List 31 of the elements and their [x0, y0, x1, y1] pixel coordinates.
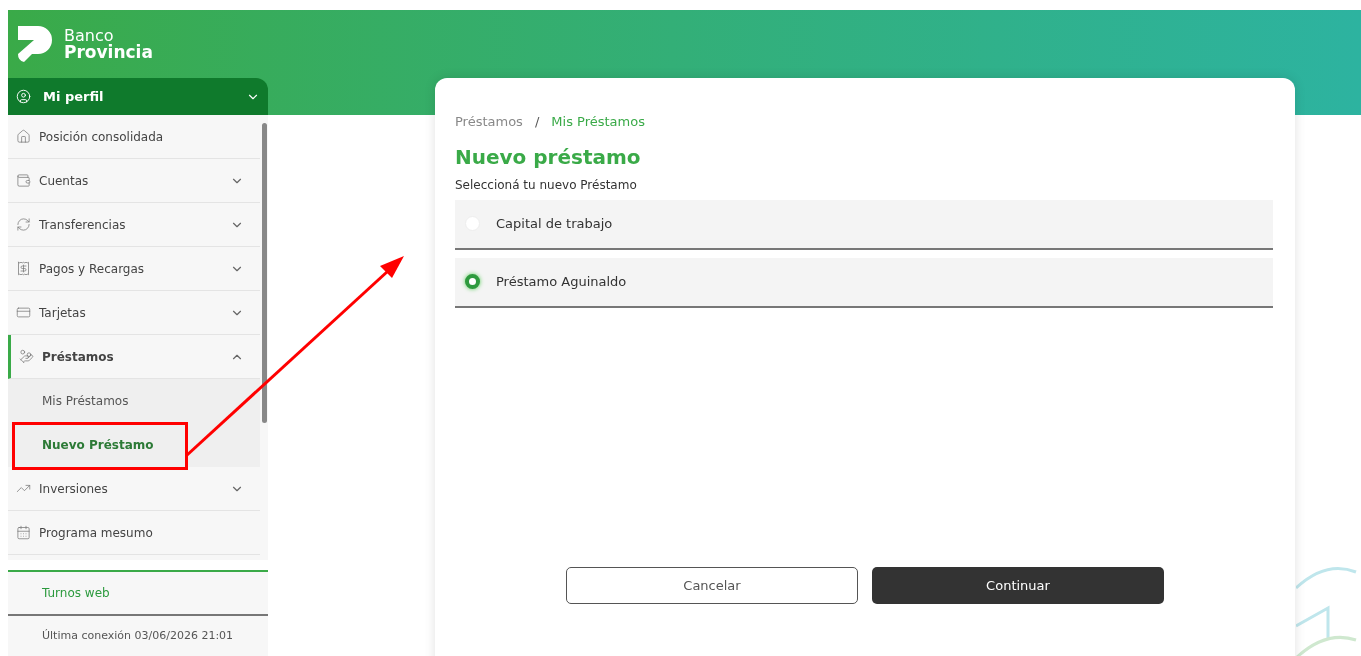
last-login-text: Última conexión 03/06/2026 21:01	[41, 627, 235, 644]
loan-option[interactable]: Capital de trabajo	[455, 199, 1273, 250]
sidebar-item[interactable]: Cuentas	[8, 159, 260, 203]
radio-button[interactable]	[465, 274, 480, 289]
subtitle-text: Seleccioná tu nuevo Préstamo	[455, 176, 638, 194]
calendar-icon	[16, 525, 31, 540]
sidebar-item[interactable]: Inversiones	[8, 467, 260, 511]
wallet-icon	[16, 173, 31, 188]
refresh-icon	[16, 217, 31, 232]
sidebar-item[interactable]: Tarjetas	[8, 291, 260, 335]
breadcrumb-link[interactable]: Préstamos	[455, 112, 523, 132]
cancel-button[interactable]: Cancelar	[566, 567, 858, 604]
submenu-item[interactable]: Mis Préstamos	[8, 379, 260, 423]
home-icon	[16, 129, 31, 144]
sidebar-item[interactable]: Posición consolidada	[8, 115, 260, 159]
user-icon	[16, 89, 31, 104]
sidebar-item[interactable]: Transferencias	[8, 203, 260, 247]
brand-name: Provincia	[64, 44, 153, 61]
coins-icon	[19, 349, 34, 364]
loan-option[interactable]: Préstamo Aguinaldo	[455, 257, 1273, 308]
brand-name: Banco	[64, 27, 114, 44]
sidebar-item[interactable]: Pagos y Recargas	[8, 247, 260, 291]
profile-menu[interactable]: Mi perfil	[8, 78, 268, 115]
page-title: Nuevo préstamo	[455, 143, 642, 171]
submenu-item[interactable]: Nuevo Préstamo	[8, 423, 260, 467]
card-icon	[16, 305, 31, 320]
continue-button[interactable]: Continuar	[872, 567, 1164, 604]
receipt-icon	[16, 261, 31, 276]
breadcrumb-separator: /	[534, 113, 540, 131]
turnos-link[interactable]: Turnos web	[8, 572, 268, 616]
sidebar-item[interactable]: Programa mesumo	[8, 511, 260, 555]
